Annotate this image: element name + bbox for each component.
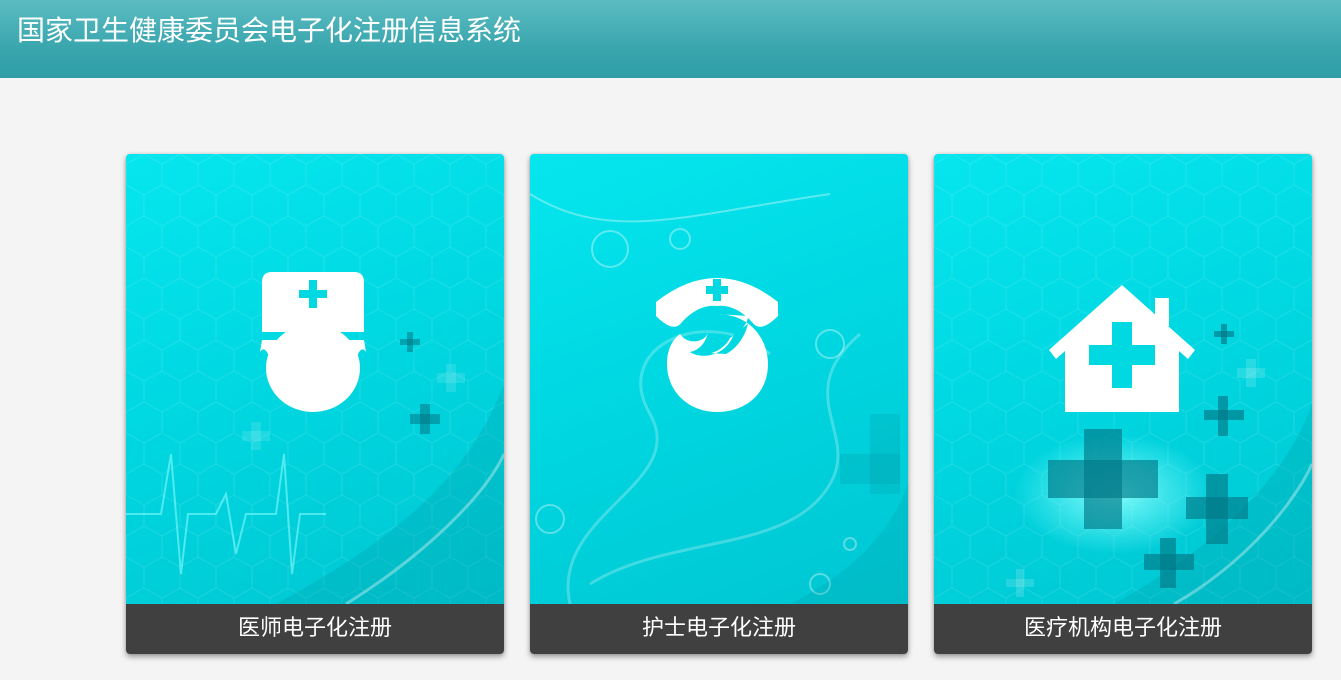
top-header: 国家卫生健康委员会电子化注册信息系统 xyxy=(0,0,1341,78)
card-background xyxy=(934,154,1312,604)
hospital-icon xyxy=(1049,285,1195,412)
card-background xyxy=(530,154,908,604)
system-title: 国家卫生健康委员会电子化注册信息系统 xyxy=(17,14,522,47)
medical-institution-registration-card[interactable]: 医疗机构电子化注册 xyxy=(934,154,1312,654)
nurse-icon xyxy=(656,278,778,412)
nurse-registration-label: 护士电子化注册 xyxy=(530,604,908,654)
nurse-registration-card[interactable]: 护士电子化注册 xyxy=(530,154,908,654)
doctor-icon xyxy=(260,272,366,412)
card-background xyxy=(126,154,504,604)
doctor-registration-label: 医师电子化注册 xyxy=(126,604,504,654)
medical-institution-registration-label: 医疗机构电子化注册 xyxy=(934,604,1312,654)
doctor-registration-card[interactable]: 医师电子化注册 xyxy=(126,154,504,654)
